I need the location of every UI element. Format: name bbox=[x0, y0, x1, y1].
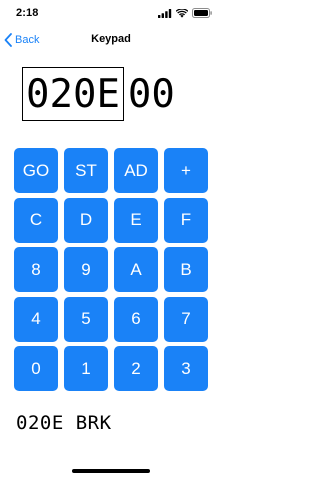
navigation-bar: Back Keypad bbox=[0, 28, 222, 52]
key-9[interactable]: 9 bbox=[64, 247, 108, 292]
key-3[interactable]: 3 bbox=[164, 346, 208, 391]
key-c[interactable]: C bbox=[14, 197, 58, 243]
key-b[interactable]: B bbox=[164, 247, 208, 292]
key-6[interactable]: 6 bbox=[114, 296, 158, 342]
status-line: 020E BRK bbox=[16, 412, 112, 434]
key-f[interactable]: F bbox=[164, 197, 208, 243]
battery-icon bbox=[192, 8, 212, 18]
status-bar: 2:18 bbox=[0, 0, 222, 24]
key-4[interactable]: 4 bbox=[14, 296, 58, 342]
key-7[interactable]: 7 bbox=[164, 296, 208, 342]
key-0[interactable]: 0 bbox=[14, 346, 58, 391]
key-5[interactable]: 5 bbox=[64, 296, 108, 342]
key-d[interactable]: D bbox=[64, 197, 108, 243]
keypad-screen: 2:18 Back Keypad 020E 00 GO ST AD + C D … bbox=[0, 0, 222, 480]
key-8[interactable]: 8 bbox=[14, 247, 58, 292]
key-e[interactable]: E bbox=[114, 197, 158, 243]
cellular-signal-icon bbox=[158, 8, 172, 18]
address-display: 020E bbox=[22, 67, 124, 121]
status-icons bbox=[158, 8, 212, 18]
data-display: 00 bbox=[127, 71, 175, 117]
key-go[interactable]: GO bbox=[14, 148, 58, 193]
key-1[interactable]: 1 bbox=[64, 346, 108, 391]
page-title: Keypad bbox=[91, 33, 131, 45]
key-a[interactable]: A bbox=[114, 247, 158, 292]
key-st[interactable]: ST bbox=[64, 148, 108, 193]
key-2[interactable]: 2 bbox=[114, 346, 158, 391]
status-time: 2:18 bbox=[16, 7, 39, 19]
key-ad[interactable]: AD bbox=[114, 148, 158, 193]
key-plus[interactable]: + bbox=[164, 148, 208, 193]
hex-display: 020E 00 bbox=[22, 66, 175, 122]
keypad-grid: GO ST AD + C D E F 8 9 A B 4 5 6 7 0 1 2… bbox=[14, 148, 208, 391]
wifi-icon bbox=[176, 8, 188, 18]
home-indicator[interactable] bbox=[72, 469, 150, 473]
